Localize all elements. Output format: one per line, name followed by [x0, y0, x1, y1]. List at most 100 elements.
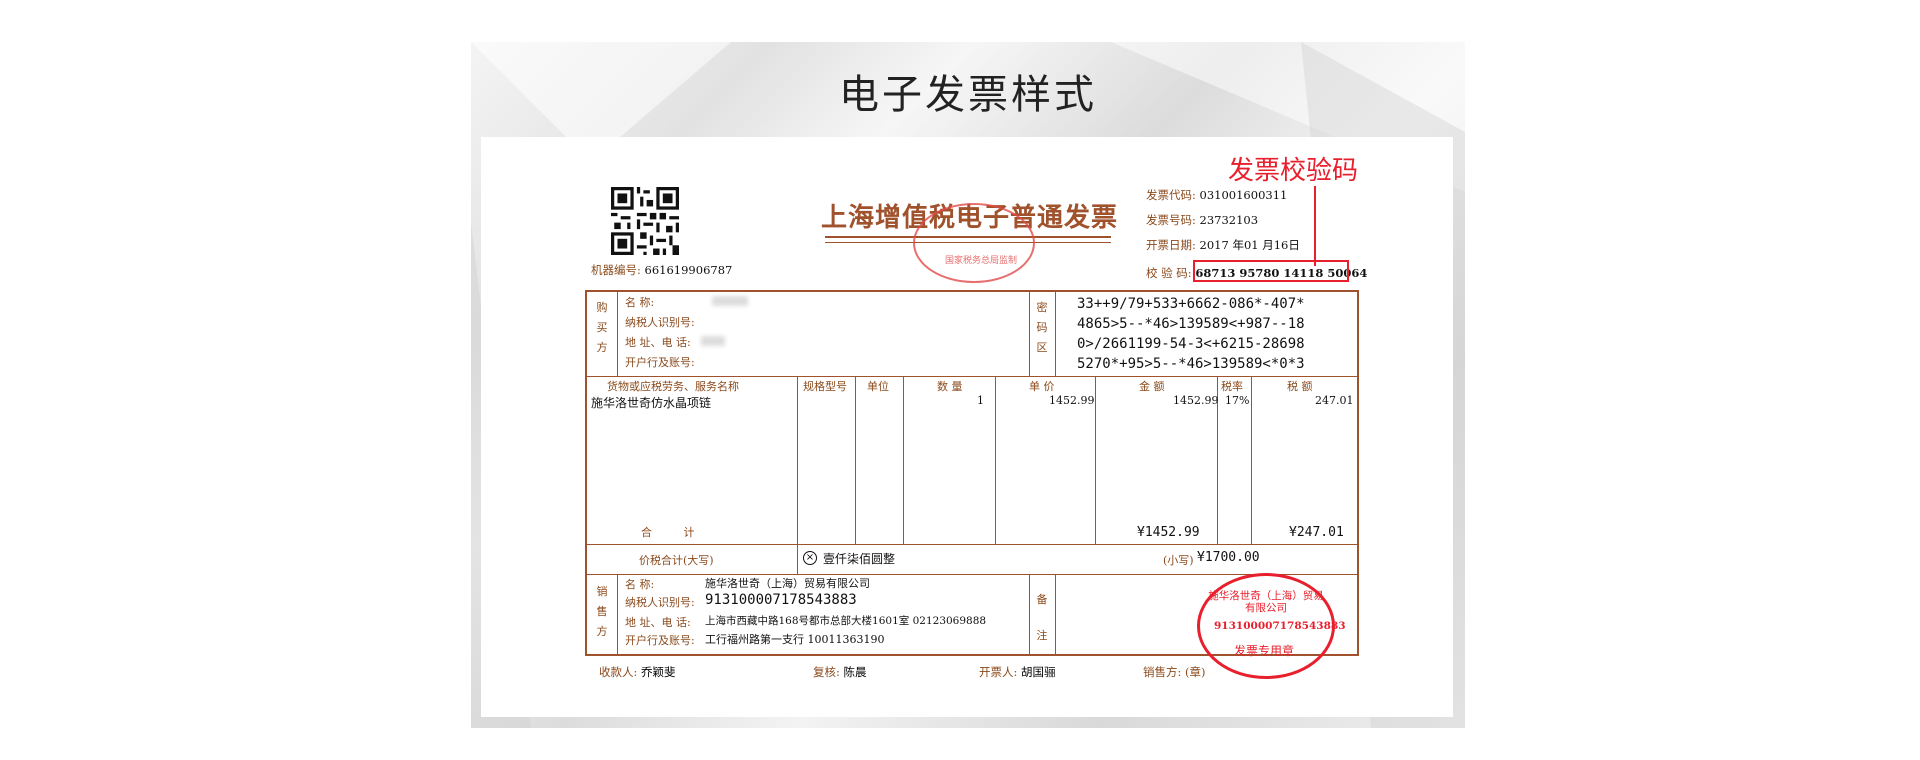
machine-number: 机器编号: 661619906787	[591, 262, 732, 278]
col-header-name: 货物或应税劳务、服务名称	[607, 380, 739, 393]
tax-bureau-stamp: 国家税务总局监制	[913, 203, 1035, 283]
invoice-number-value: 23732103	[1199, 213, 1259, 227]
cipher-line: 0>/2661199-54-3<+6215-28698	[1077, 336, 1305, 352]
item-name: 施华洛世奇仿水晶项链	[591, 396, 712, 410]
cipher-line: 4865>5--*46>139589<+987--18	[1077, 316, 1305, 332]
qr-code	[611, 187, 679, 255]
grand-total-label: 价税合计(大写)	[639, 554, 714, 567]
seller-name-label: 名 称:	[625, 578, 655, 591]
redacted-buyer-address	[701, 336, 725, 346]
seller-address: 上海市西藏中路168号都市总部大楼1601室 02123069888	[705, 615, 987, 627]
col-header-tax: 税 额	[1287, 380, 1313, 393]
invoice-code-value: 031001600311	[1199, 188, 1288, 202]
col-header-qty: 数 量	[937, 380, 963, 393]
row-divider	[587, 376, 1357, 377]
issuer-label: 开票人:	[979, 665, 1018, 679]
buyer-name-label: 名 称:	[625, 296, 655, 309]
buyer-bank-label: 开户行及账号:	[625, 356, 695, 369]
machine-number-label: 机器编号:	[591, 263, 641, 277]
footer-seller-stamp: 销售方: (章)	[1143, 665, 1206, 679]
footer-payee: 收款人: 乔颖斐	[599, 664, 676, 680]
remark-label: 备 注	[1035, 582, 1049, 654]
invoice-code-label: 发票代码:	[1146, 188, 1196, 202]
invoice-paper: 机器编号: 661619906787 上海增值税电子普通发票 国家税务总局监制 …	[481, 137, 1453, 717]
machine-number-value: 661619906787	[644, 263, 733, 277]
seller-name: 施华洛世奇（上海）贸易有限公司	[705, 577, 870, 590]
grand-total-value: ¥1700.00	[1197, 550, 1260, 565]
check-code-highlight-box	[1193, 260, 1349, 282]
col-divider	[855, 376, 856, 544]
cipher-section-label: 密 码 区	[1035, 298, 1049, 358]
stamp-taxid: 913100007178543883	[1214, 620, 1346, 632]
invoice-date: 开票日期: 2017 年01 月16日	[1146, 237, 1300, 253]
grand-total-small-label: (小写)	[1163, 554, 1194, 567]
cipher-line: 33++9/79+533+6662-086*-407*	[1077, 296, 1305, 312]
check-code-label: 校 验 码:	[1146, 266, 1192, 280]
col-divider	[797, 544, 798, 574]
cipher-label-char: 密	[1036, 301, 1048, 314]
cross-circle-icon: ×	[803, 551, 817, 565]
tax-bureau-stamp-text: 国家税务总局监制	[945, 256, 1018, 266]
seller-address-label: 地 址、电 话:	[625, 616, 691, 629]
seller-label-char: 销	[596, 585, 608, 598]
item-qty: 1	[977, 394, 984, 407]
buyer-taxid-label: 纳税人识别号:	[625, 316, 695, 329]
buyer-label-char: 购	[596, 301, 608, 314]
col-divider	[1095, 376, 1096, 544]
total-tax: ¥247.01	[1289, 525, 1344, 540]
remark-label-char: 备	[1036, 593, 1048, 606]
invoice-date-value: 2017 年01 月16日	[1199, 238, 1300, 252]
total-label: 合 计	[641, 526, 709, 539]
image-frame: 电子发票样式 机器编号: 661619906787 上海增值税电子普通发票 国家…	[471, 42, 1465, 728]
col-divider	[1055, 292, 1056, 376]
col-header-unit: 单位	[867, 380, 889, 393]
col-divider	[1029, 574, 1030, 656]
item-tax: 247.01	[1315, 394, 1354, 407]
redacted-buyer-name	[712, 296, 748, 306]
col-header-price: 单 价	[1029, 380, 1055, 393]
col-divider	[903, 376, 904, 544]
remark-label-char: 注	[1036, 629, 1048, 642]
total-amount: ¥1452.99	[1137, 525, 1200, 540]
seller-section-label: 销 售 方	[595, 582, 609, 642]
grand-total-uppercase: 壹仟柒佰圆整	[823, 552, 896, 566]
footer-reviewer: 复核: 陈晨	[813, 664, 867, 680]
col-header-spec: 规格型号	[803, 380, 847, 393]
item-price: 1452.99	[1049, 394, 1095, 407]
col-divider	[1029, 292, 1030, 376]
item-rate: 17%	[1225, 394, 1250, 407]
seller-taxid-label: 纳税人识别号:	[625, 596, 695, 609]
seller-bank: 工行福州路第一支行 10011363190	[705, 633, 885, 646]
seller-label-char: 方	[596, 625, 608, 638]
invoice-number: 发票号码: 23732103	[1146, 212, 1258, 228]
reviewer-value: 陈晨	[843, 665, 867, 679]
invoice-number-label: 发票号码:	[1146, 213, 1196, 227]
annotation-connector-line	[1314, 186, 1316, 266]
col-divider	[995, 376, 996, 544]
cipher-area: 33++9/79+533+6662-086*-407* 4865>5--*46>…	[1077, 294, 1305, 374]
row-divider	[587, 574, 1357, 575]
payee-label: 收款人:	[599, 665, 638, 679]
col-divider	[797, 376, 798, 544]
cipher-line: 5270*+95>5--*46>139589<*0*3	[1077, 356, 1305, 372]
col-header-amount: 金 额	[1139, 380, 1165, 393]
stamp-company: 施华洛世奇（上海）贸易有限公司	[1208, 590, 1324, 614]
buyer-label-char: 买	[596, 321, 608, 334]
col-divider	[617, 574, 618, 656]
page-title: 电子发票样式	[839, 72, 1097, 118]
invoice-date-label: 开票日期:	[1146, 238, 1196, 252]
stamp-type: 发票专用章	[1234, 644, 1295, 658]
col-divider	[1251, 376, 1252, 544]
invoice-code: 发票代码: 031001600311	[1146, 187, 1287, 203]
item-amount: 1452.99	[1173, 394, 1219, 407]
buyer-section-label: 购 买 方	[595, 298, 609, 358]
seller-label-char: 售	[596, 605, 608, 618]
reviewer-label: 复核:	[813, 665, 840, 679]
seller-bank-label: 开户行及账号:	[625, 634, 695, 647]
row-divider	[587, 544, 1357, 545]
col-divider	[617, 292, 618, 376]
col-header-rate: 税率	[1221, 380, 1243, 393]
seller-taxid: 913100007178543883	[705, 592, 857, 608]
payee-value: 乔颖斐	[641, 665, 676, 679]
footer-issuer: 开票人: 胡国骊	[979, 664, 1056, 680]
